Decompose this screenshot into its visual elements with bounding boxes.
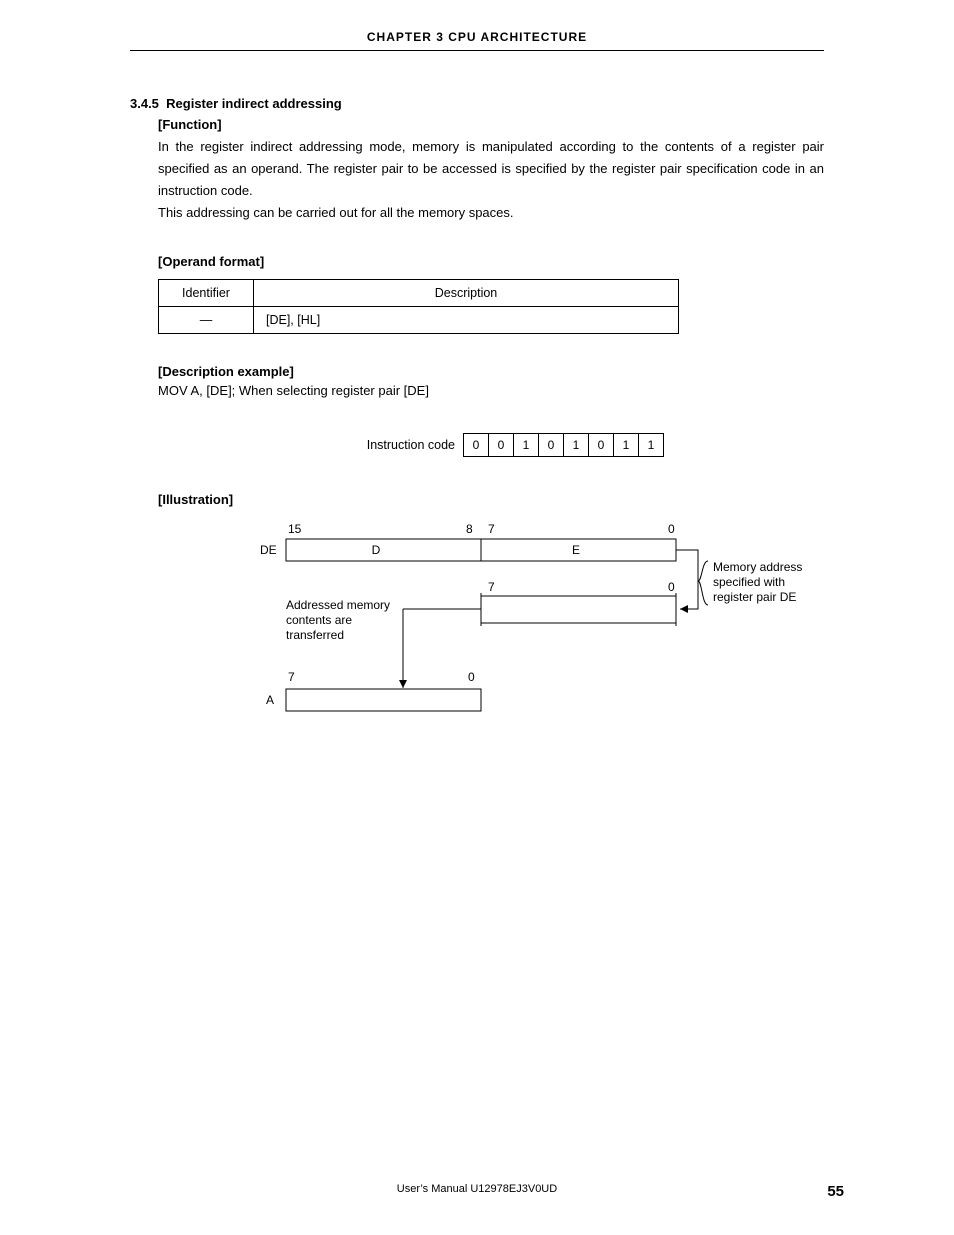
function-para2: This addressing can be carried out for a… [158, 205, 514, 220]
label-bit7c: 7 [288, 670, 295, 684]
description-example-heading: [Description example] [158, 364, 824, 379]
cell-description: [DE], [HL] [254, 307, 679, 334]
label-mem3: register pair DE [713, 590, 796, 604]
label-mem2: specified with [713, 575, 785, 589]
instruction-code-label: Instruction code [367, 438, 455, 452]
example-line: MOV A, [DE]; When selecting register pai… [158, 383, 824, 398]
bit-cell: 0 [589, 434, 614, 457]
label-e: E [572, 543, 580, 557]
label-bit0c: 0 [468, 670, 475, 684]
instruction-code-row: Instruction code 0 0 1 0 1 0 1 1 [130, 433, 664, 457]
operand-format-heading: [Operand format] [158, 254, 824, 269]
bit-cell: 0 [464, 434, 489, 457]
page-number: 55 [827, 1183, 844, 1200]
label-addr1: Addressed memory [286, 598, 390, 612]
cell-identifier: — [159, 307, 254, 334]
function-body: In the register indirect addressing mode… [158, 136, 824, 224]
section-title: 3.4.5 Register indirect addressing [130, 96, 824, 111]
label-bit7a: 7 [488, 522, 495, 536]
label-addr2: contents are [286, 613, 352, 627]
section-name: Register indirect addressing [166, 96, 342, 111]
label-bit7b: 7 [488, 580, 495, 594]
footer-text: User’s Manual U12978EJ3V0UD [0, 1183, 954, 1195]
bit-cell: 1 [614, 434, 639, 457]
table-row: — [DE], [HL] [159, 307, 679, 334]
label-bit0a: 0 [668, 522, 675, 536]
bit-cell: 0 [489, 434, 514, 457]
label-bit0b: 0 [668, 580, 675, 594]
label-bit8: 8 [466, 522, 473, 536]
label-d: D [372, 543, 381, 557]
bit-cell: 1 [564, 434, 589, 457]
illustration-diagram: 15 8 7 0 DE D E 7 0 Memory address speci… [158, 511, 824, 741]
label-de: DE [260, 543, 277, 557]
bit-table: 0 0 1 0 1 0 1 1 [463, 433, 664, 457]
label-a: A [266, 693, 274, 707]
label-mem1: Memory address [713, 560, 802, 574]
illustration-heading: [Illustration] [158, 492, 824, 507]
bit-cell: 0 [539, 434, 564, 457]
label-bit15: 15 [288, 522, 302, 536]
header-description: Description [254, 280, 679, 307]
bit-cell: 1 [514, 434, 539, 457]
header-identifier: Identifier [159, 280, 254, 307]
section-number: 3.4.5 [130, 96, 159, 111]
label-addr3: transferred [286, 628, 344, 642]
table-header-row: Identifier Description [159, 280, 679, 307]
bit-cell: 1 [639, 434, 664, 457]
function-heading: [Function] [158, 117, 824, 132]
operand-table: Identifier Description — [DE], [HL] [158, 279, 679, 334]
function-para1: In the register indirect addressing mode… [158, 139, 824, 198]
chapter-header: CHAPTER 3 CPU ARCHITECTURE [130, 30, 824, 51]
